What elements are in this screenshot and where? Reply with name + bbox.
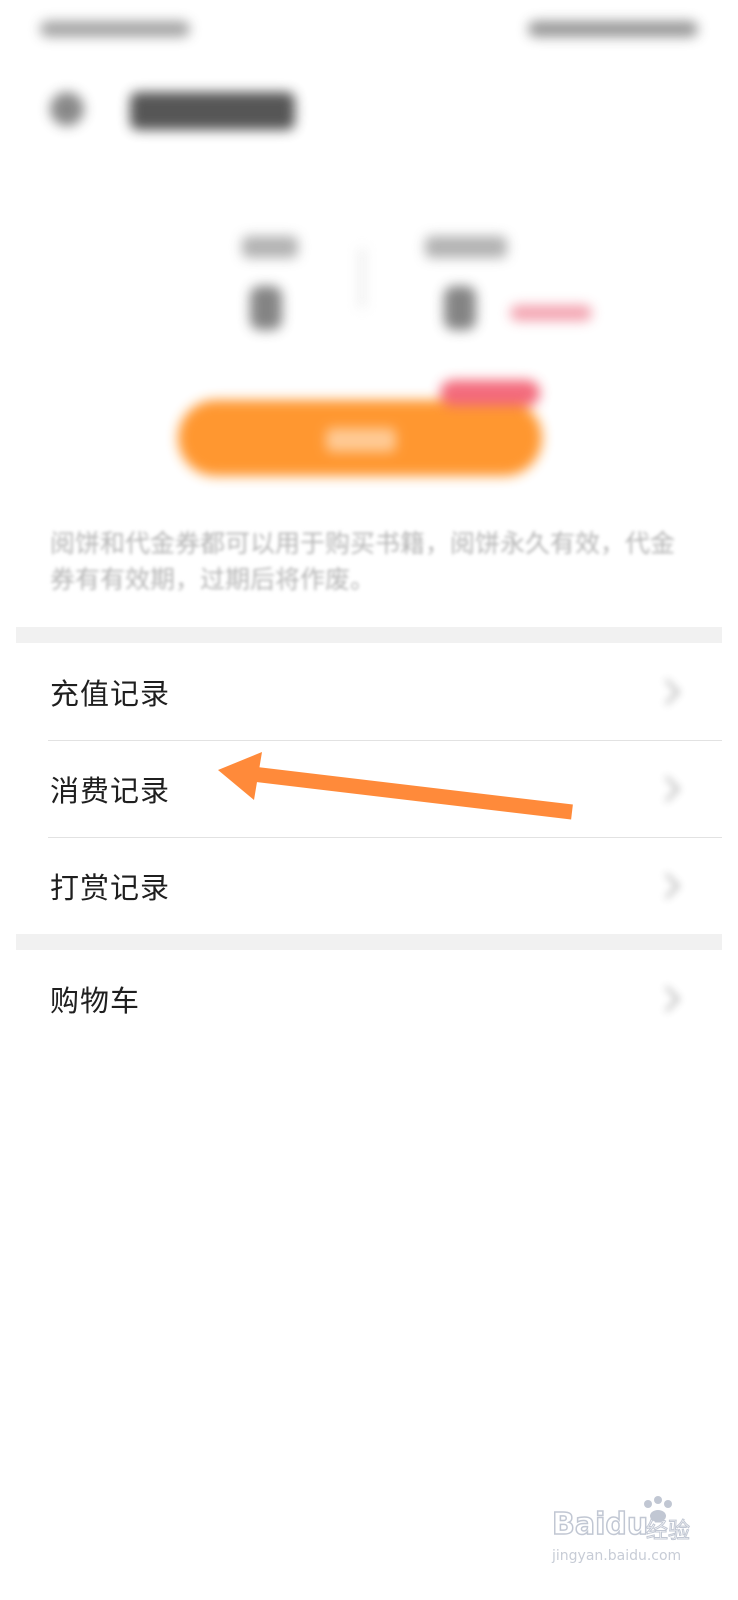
chevron-right-icon [664,872,680,900]
voucher-label [425,236,507,258]
balance-divider [360,248,364,308]
menu-item-label: 消费记录 [50,776,171,808]
wallet-description: 阅饼和代金券都可以用于购买书籍，阅饼永久有效，代金券有有效期，过期后将作废。 [50,530,676,594]
menu-item-label: 购物车 [50,986,141,1018]
section-gap [16,627,722,643]
chevron-right-icon [664,678,680,706]
chevron-right-icon [664,775,680,803]
recharge-button-label [326,428,396,452]
baidu-watermark: Baidu 经验 jingyan.baidu.com [551,1494,702,1574]
chevron-right-icon [664,985,680,1013]
menu-item-label: 打赏记录 [50,873,171,905]
baidu-paw-logo-icon: Baidu 经验 [551,1496,691,1545]
menu-item-shopping-cart[interactable]: 购物车 [50,951,722,1047]
menu-item-consumption-records[interactable]: 消费记录 [50,741,722,837]
recharge-badge [440,380,540,406]
voucher-tag [510,305,592,321]
back-arrow-icon[interactable] [50,92,84,126]
status-icons [528,21,698,37]
menu-item-recharge-records[interactable]: 充值记录 [50,644,722,740]
voucher-value [444,286,476,330]
svg-text:经验: 经验 [646,1519,690,1544]
section-gap [16,934,722,950]
status-time-carrier [40,21,190,37]
wallet-page: 阅饼和代金券都可以用于购买书籍，阅饼永久有效，代金券有有效期，过期后将作废。 充… [0,0,738,1600]
page-title [130,92,295,130]
balance-label [242,236,298,258]
watermark-url: jingyan.baidu.com [552,1548,682,1564]
svg-text:Baidu: Baidu [552,1507,648,1542]
balance-value [250,286,282,330]
menu-item-label: 充值记录 [50,679,171,711]
menu-item-tip-records[interactable]: 打赏记录 [50,838,722,934]
status-bar [40,14,698,44]
